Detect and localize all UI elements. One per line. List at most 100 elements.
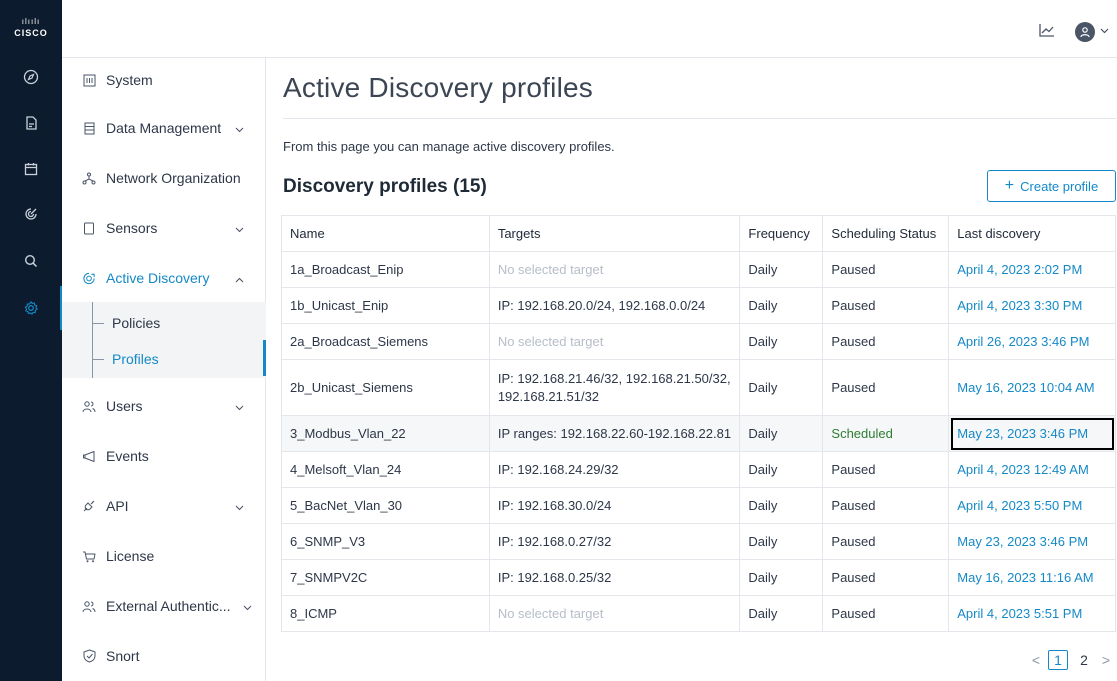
submenu-item-profiles[interactable]: Profiles (92, 342, 266, 376)
page-2-button[interactable]: 2 (1074, 650, 1094, 670)
last-discovery-link[interactable]: April 4, 2023 12:49 AM (948, 451, 1116, 488)
gear-icon[interactable] (18, 295, 44, 321)
menu-item-license[interactable]: License (62, 534, 266, 578)
top-bar (62, 0, 1117, 58)
profile-targets: IP: 192.168.30.0/24 (488, 487, 741, 524)
profile-name[interactable]: 2b_Unicast_Siemens (281, 359, 490, 416)
table-row[interactable]: 6_SNMP_V3 IP: 192.168.0.27/32 Daily Paus… (281, 523, 1116, 560)
active-discovery-submenu: Policies Profiles (62, 302, 266, 378)
chevron-down-icon (243, 598, 252, 614)
chevron-up-icon (235, 270, 244, 286)
menu-item-snort[interactable]: Snort (62, 634, 266, 678)
icon-rail: ılıılı CISCO (0, 0, 63, 681)
last-discovery-link[interactable]: April 4, 2023 5:51 PM (948, 595, 1116, 632)
profile-targets: IP: 192.168.0.25/32 (488, 559, 741, 596)
create-profile-button[interactable]: + Create profile (987, 170, 1116, 202)
profile-name[interactable]: 2a_Broadcast_Siemens (281, 323, 490, 360)
column-header-frequency[interactable]: Frequency (739, 215, 824, 252)
table-header-row: Name Targets Frequency Scheduling Status… (281, 215, 1116, 252)
profile-name[interactable]: 7_SNMPV2C (281, 559, 490, 596)
cisco-logo: ılıılı CISCO (0, 8, 62, 52)
next-page-arrow[interactable]: > (1100, 652, 1112, 668)
pagination: < 1 2 > (1030, 650, 1112, 670)
submenu-active-indicator (263, 340, 266, 376)
table-row[interactable]: 8_ICMP No selected target Daily Paused A… (281, 595, 1116, 632)
table-row[interactable]: 7_SNMPV2C IP: 192.168.0.25/32 Daily Paus… (281, 559, 1116, 596)
menu-item-external-authentication[interactable]: External Authentic... (62, 584, 266, 628)
menu-item-active-discovery[interactable]: Active Discovery (62, 256, 266, 300)
profile-status: Paused (822, 523, 950, 560)
profiles-table: Name Targets Frequency Scheduling Status… (281, 215, 1116, 632)
profile-status: Paused (822, 359, 950, 416)
column-header-targets[interactable]: Targets (488, 215, 741, 252)
last-discovery-link[interactable]: April 4, 2023 2:02 PM (948, 251, 1116, 288)
chevron-down-icon (235, 120, 244, 136)
table-row[interactable]: 2a_Broadcast_Siemens No selected target … (281, 323, 1116, 360)
profile-name[interactable]: 5_BacNet_Vlan_30 (281, 487, 490, 524)
last-discovery-link[interactable]: April 26, 2023 3:46 PM (948, 323, 1116, 360)
profile-targets-line: IP: 192.168.21.46/32, 192.168.21.50/32, (497, 370, 731, 386)
menu-label-data-management: Data Management (106, 120, 222, 136)
submenu-label-profiles: Profiles (112, 351, 159, 367)
menu-item-users[interactable]: Users (62, 384, 266, 428)
menu-item-network-organization[interactable]: Network Organization (62, 156, 266, 200)
table-row[interactable]: 1a_Broadcast_Enip No selected target Dai… (281, 251, 1116, 288)
last-discovery-link[interactable]: May 23, 2023 3:46 PM (948, 523, 1116, 560)
profile-status: Paused (822, 595, 950, 632)
profile-targets: IP ranges: 192.168.22.60-192.168.22.81 (488, 415, 741, 452)
table-row[interactable]: 4_Melsoft_Vlan_24 IP: 192.168.24.29/32 D… (281, 451, 1116, 488)
profile-frequency: Daily (739, 359, 824, 416)
menu-item-events[interactable]: Events (62, 434, 266, 478)
users-icon (82, 599, 96, 613)
user-avatar-icon[interactable] (1075, 22, 1095, 42)
compass-icon[interactable] (18, 64, 44, 90)
table-row[interactable]: 1b_Unicast_Enip IP: 192.168.20.0/24, 192… (281, 287, 1116, 324)
megaphone-icon (82, 449, 96, 463)
column-header-name[interactable]: Name (281, 215, 490, 252)
cart-icon (82, 549, 96, 563)
submenu-item-policies[interactable]: Policies (92, 306, 266, 340)
menu-label-api: API (106, 498, 129, 514)
create-profile-label: Create profile (1020, 178, 1099, 194)
table-row[interactable]: 2b_Unicast_Siemens IP: 192.168.21.46/32,… (281, 359, 1116, 416)
line-chart-icon[interactable] (1038, 22, 1056, 43)
chevron-down-icon (235, 498, 244, 514)
table-row[interactable]: 3_Modbus_Vlan_22 IP ranges: 192.168.22.6… (281, 415, 1116, 452)
page-title: Active Discovery profiles (283, 72, 593, 103)
previous-page-arrow[interactable]: < (1030, 652, 1042, 668)
profile-name[interactable]: 4_Melsoft_Vlan_24 (281, 451, 490, 488)
profile-name[interactable]: 3_Modbus_Vlan_22 (281, 415, 490, 452)
menu-item-data-management[interactable]: Data Management (62, 106, 266, 150)
last-discovery-link[interactable]: May 23, 2023 3:46 PM (948, 415, 1116, 452)
profile-name[interactable]: 1a_Broadcast_Enip (281, 251, 490, 288)
last-discovery-link[interactable]: May 16, 2023 11:16 AM (948, 559, 1116, 596)
profile-name[interactable]: 6_SNMP_V3 (281, 523, 490, 560)
calendar-icon[interactable] (18, 156, 44, 182)
search-icon[interactable] (18, 248, 44, 274)
profile-name[interactable]: 1b_Unicast_Enip (281, 287, 490, 324)
profile-frequency: Daily (739, 323, 824, 360)
system-icon (82, 73, 96, 87)
users-icon (82, 399, 96, 413)
page-1-button[interactable]: 1 (1048, 650, 1068, 670)
section-title: Discovery profiles (15) (283, 176, 487, 197)
page-description: From this page you can manage active dis… (283, 139, 615, 154)
column-header-last-discovery[interactable]: Last discovery (948, 215, 1116, 252)
column-header-scheduling-status[interactable]: Scheduling Status (822, 215, 950, 252)
last-discovery-link[interactable]: May 16, 2023 10:04 AM (948, 359, 1116, 416)
menu-item-api[interactable]: API (62, 484, 266, 528)
profile-frequency: Daily (739, 287, 824, 324)
profile-name[interactable]: 8_ICMP (281, 595, 490, 632)
last-discovery-link[interactable]: April 4, 2023 3:30 PM (948, 287, 1116, 324)
table-row[interactable]: 5_BacNet_Vlan_30 IP: 192.168.30.0/24 Dai… (281, 487, 1116, 524)
shield-icon (82, 649, 96, 663)
last-discovery-link[interactable]: April 4, 2023 5:50 PM (948, 487, 1116, 524)
document-icon[interactable] (18, 110, 44, 136)
profile-frequency: Daily (739, 451, 824, 488)
radar-icon[interactable] (18, 201, 44, 227)
menu-item-sensors[interactable]: Sensors (62, 206, 266, 250)
menu-item-system[interactable]: System (62, 58, 266, 102)
profile-status: Paused (822, 251, 950, 288)
chevron-down-icon[interactable] (1100, 26, 1109, 37)
profile-targets: IP: 192.168.24.29/32 (488, 451, 741, 488)
